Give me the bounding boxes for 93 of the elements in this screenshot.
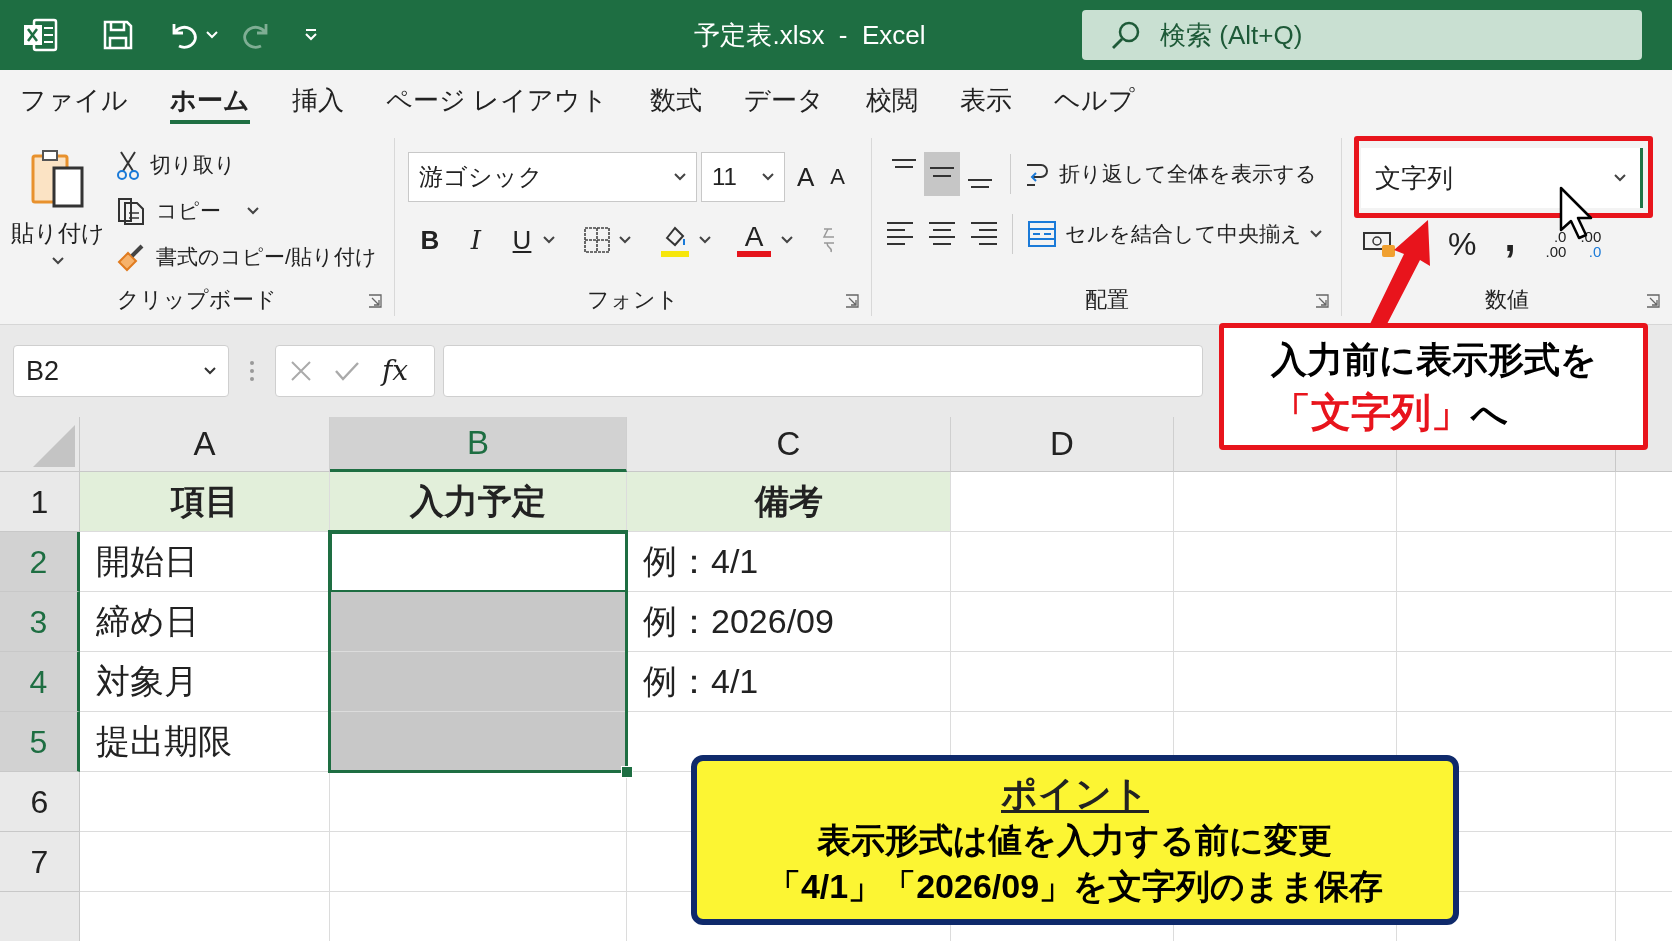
ribbon-tab[interactable]: 校閲 (866, 76, 919, 124)
table-cell: 締め日 (80, 592, 330, 652)
search-field[interactable]: 検索 (Alt+Q) (1082, 10, 1642, 60)
merge-cells-icon (1027, 220, 1057, 248)
dialog-launcher-icon[interactable] (845, 294, 859, 308)
ribbon-tab[interactable]: 挿入 (292, 76, 344, 124)
row-header[interactable]: 1 (0, 472, 80, 532)
fill-handle[interactable] (621, 766, 633, 778)
point-text: 「4/1」「2026/09」を文字列のまま保存 (766, 866, 1384, 907)
group-label: 配置 (1084, 285, 1129, 314)
chevron-down-icon[interactable] (206, 31, 218, 39)
clipboard-icon (30, 148, 86, 210)
format-painter-button[interactable]: 書式のコピー/貼り付け (116, 238, 377, 276)
comma-style-button[interactable]: , (1504, 217, 1516, 271)
dialog-launcher-icon[interactable] (1646, 294, 1660, 308)
ribbon-tab[interactable]: ファイル (20, 76, 128, 124)
wrap-text-button[interactable]: 折り返して全体を表示する (1023, 158, 1317, 190)
ribbon-tab[interactable]: 数式 (650, 76, 703, 124)
copy-button[interactable]: コピー (116, 192, 377, 230)
borders-icon[interactable] (583, 226, 611, 254)
table-cell: 項目 (80, 472, 330, 532)
chevron-down-icon (543, 236, 555, 244)
chevron-down-icon (52, 256, 64, 265)
align-left-icon[interactable] (886, 221, 914, 247)
italic-button[interactable]: I (461, 220, 491, 260)
excel-logo-icon (22, 18, 58, 52)
table-cell: 開始日 (80, 532, 330, 592)
paste-button[interactable]: 貼り付け (8, 138, 108, 282)
align-right-icon[interactable] (970, 221, 998, 247)
ribbon-tab[interactable]: 表示 (960, 76, 1013, 124)
align-center-icon[interactable] (928, 221, 956, 247)
name-box[interactable]: B2 (13, 345, 229, 397)
row-header[interactable]: 7 (0, 832, 80, 892)
formula-input-field[interactable] (443, 345, 1203, 397)
ribbon-tab[interactable]: ヘルプ (1054, 76, 1136, 124)
chevron-down-icon (699, 236, 711, 244)
currency-format-icon[interactable] (1362, 229, 1396, 259)
increase-decimal-button[interactable]: .0 .00 (1545, 229, 1567, 259)
insert-function-button[interactable]: fx (382, 357, 409, 385)
increase-font-size-button[interactable]: A (797, 164, 815, 190)
align-middle-icon[interactable] (924, 152, 960, 196)
ribbon-tab[interactable]: ページ レイアウト (386, 76, 609, 124)
ribbon-tab[interactable]: データ (744, 76, 825, 124)
merge-center-button[interactable]: セルを結合して中央揃え (1027, 218, 1322, 250)
customize-toolbar-icon[interactable] (304, 29, 318, 41)
font-name-dropdown[interactable]: 游ゴシック (408, 152, 697, 202)
scissors-icon (116, 150, 140, 180)
row-header[interactable]: 3 (0, 592, 80, 652)
font-color-button[interactable]: A (737, 223, 771, 257)
ribbon-tab[interactable]: ホーム (170, 76, 250, 124)
search-icon (1110, 19, 1142, 51)
percent-button[interactable]: % (1448, 228, 1477, 260)
table-cell: 例：4/1 (627, 532, 951, 592)
decrease-decimal-button[interactable]: .00 .0 (1580, 229, 1602, 259)
chevron-down-icon (781, 236, 793, 244)
chevron-down-icon (762, 173, 774, 181)
checkmark-icon[interactable] (334, 360, 360, 382)
chevron-down-icon (674, 173, 686, 181)
cut-button[interactable]: 切り取り (116, 146, 377, 184)
column-header[interactable]: D (951, 417, 1174, 472)
table-cell: 備考 (627, 472, 951, 532)
table-cell: 入力予定 (330, 472, 627, 532)
group-label: フォント (587, 285, 679, 314)
dialog-launcher-icon[interactable] (368, 294, 382, 308)
number-format-dropdown[interactable]: 文字列 (1361, 148, 1643, 208)
underline-button[interactable]: U (507, 220, 537, 260)
copy-icon (116, 196, 146, 226)
decrease-font-size-button[interactable]: A (830, 166, 846, 188)
paintbrush-icon (116, 242, 146, 272)
row-header[interactable]: 2 (0, 532, 80, 592)
row-header[interactable]: 4 (0, 652, 80, 712)
table-cell: 例：2026/09 (627, 592, 951, 652)
row-header[interactable]: 5 (0, 712, 80, 772)
chevron-down-icon (247, 207, 259, 215)
group-label: クリップボード (117, 285, 277, 314)
group-label: 数値 (1485, 285, 1529, 314)
font-size-dropdown[interactable]: 11 (701, 152, 785, 202)
row-header[interactable]: 6 (0, 772, 80, 832)
chevron-down-icon (1614, 174, 1626, 182)
table-cell: 提出期限 (80, 712, 330, 772)
point-title: ポイント (1001, 772, 1149, 816)
window-title: 予定表.xlsx - Excel (694, 18, 926, 52)
chevron-down-icon (1310, 230, 1322, 238)
point-text: 表示形式は値を入力する前に変更 (817, 820, 1333, 861)
save-icon[interactable] (102, 19, 134, 51)
callout-text: 入力前に表示形式を 「文字列」へ (1270, 337, 1597, 436)
chevron-down-icon (204, 367, 216, 375)
chevron-down-icon (619, 236, 631, 244)
dialog-launcher-icon[interactable] (1315, 294, 1329, 308)
table-cell: 例：4/1 (627, 652, 951, 712)
column-header[interactable]: B (330, 417, 627, 472)
table-cell: 対象月 (80, 652, 330, 712)
bold-button[interactable]: B (415, 220, 445, 260)
